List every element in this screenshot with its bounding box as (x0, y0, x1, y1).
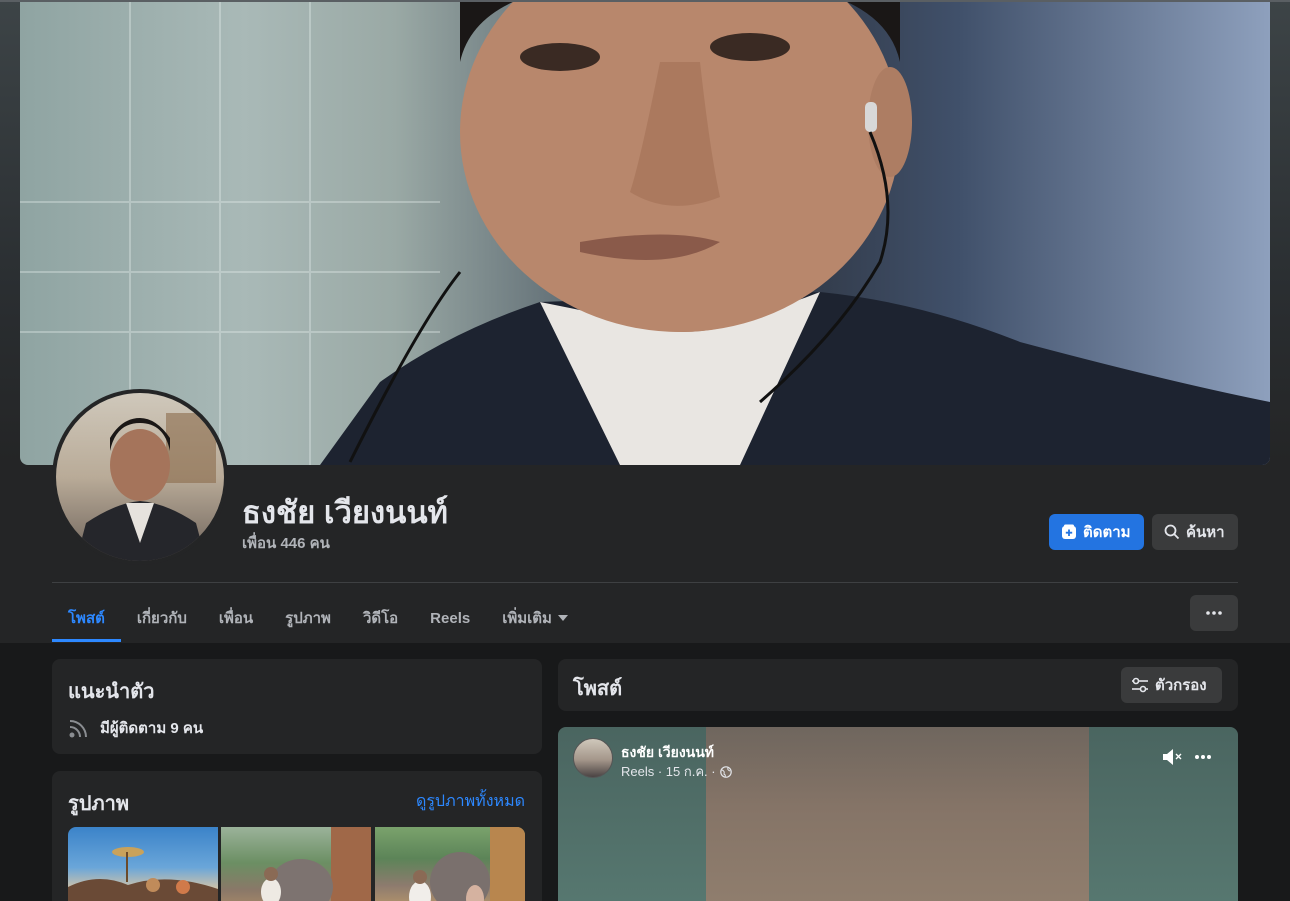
search-button[interactable]: ค้นหา (1152, 514, 1238, 550)
tab-photos[interactable]: รูปภาพ (269, 594, 347, 642)
cover-photo-image (20, 2, 1270, 465)
filter-button[interactable]: ตัวกรอง (1121, 667, 1222, 703)
cover-photo[interactable] (20, 2, 1270, 465)
more-options-button[interactable] (1190, 595, 1238, 631)
caret-down-icon (557, 615, 568, 621)
tab-more[interactable]: เพิ่มเติม (486, 594, 584, 642)
mute-button[interactable] (1162, 747, 1184, 772)
profile-avatar[interactable] (52, 389, 228, 565)
filter-icon (1132, 677, 1148, 693)
posts-header-card: โพสต์ ตัวกรอง (558, 659, 1238, 711)
friends-count[interactable]: เพื่อน 446 คน (242, 531, 330, 555)
header-divider (52, 582, 1238, 583)
globe-icon (719, 765, 732, 778)
post-card: ธงชัย เวียงนนท์ Reels · 15 ก.ค. · (558, 727, 1238, 901)
photos-title: รูปภาพ (68, 793, 130, 815)
followers-text[interactable]: มีผู้ติดตาม 9 คน (100, 716, 203, 740)
photos-card: รูปภาพ ดูรูปภาพทั้งหมด (52, 771, 542, 901)
post-more-options[interactable] (1194, 747, 1212, 772)
rss-icon (69, 720, 87, 738)
posts-title: โพสต์ (573, 678, 623, 700)
post-meta: Reels · 15 ก.ค. · (621, 761, 732, 782)
intro-card: แนะนำตัว มีผู้ติดตาม 9 คน (52, 659, 542, 754)
tab-reels[interactable]: Reels (414, 594, 486, 642)
speaker-muted-icon (1163, 749, 1182, 765)
see-all-photos-link[interactable]: ดูรูปภาพทั้งหมด (416, 789, 525, 814)
post-meta-text[interactable]: Reels · 15 ก.ค. · (621, 761, 716, 782)
more-icon (1195, 755, 1211, 759)
follow-button[interactable]: ติดตาม (1049, 514, 1144, 550)
tab-friends[interactable]: เพื่อน (203, 594, 269, 642)
post-author-avatar[interactable] (573, 738, 613, 778)
search-label: ค้นหา (1186, 524, 1225, 541)
profile-tabs: โพสต์ เกี่ยวกับ เพื่อน รูปภาพ วิดีโอ Ree… (52, 594, 584, 642)
intro-title: แนะนำตัว (68, 681, 155, 703)
photo-thumb[interactable] (375, 827, 525, 901)
tab-posts[interactable]: โพสต์ (52, 594, 121, 642)
photo-thumb[interactable] (68, 827, 218, 901)
follow-icon (1062, 524, 1076, 539)
profile-name: ธงชัย เวียงนนท์ (242, 495, 448, 530)
profile-avatar-image (56, 393, 224, 561)
more-icon (1206, 611, 1222, 615)
post-video[interactable] (706, 727, 1089, 901)
followers-row: มีผู้ติดตาม 9 คน (68, 716, 203, 740)
tab-videos[interactable]: วิดีโอ (347, 594, 414, 642)
search-icon (1164, 524, 1180, 540)
filter-label: ตัวกรอง (1155, 677, 1207, 694)
follow-label: ติดตาม (1083, 524, 1131, 541)
tab-about[interactable]: เกี่ยวกับ (121, 594, 203, 642)
photo-thumb[interactable] (221, 827, 371, 901)
